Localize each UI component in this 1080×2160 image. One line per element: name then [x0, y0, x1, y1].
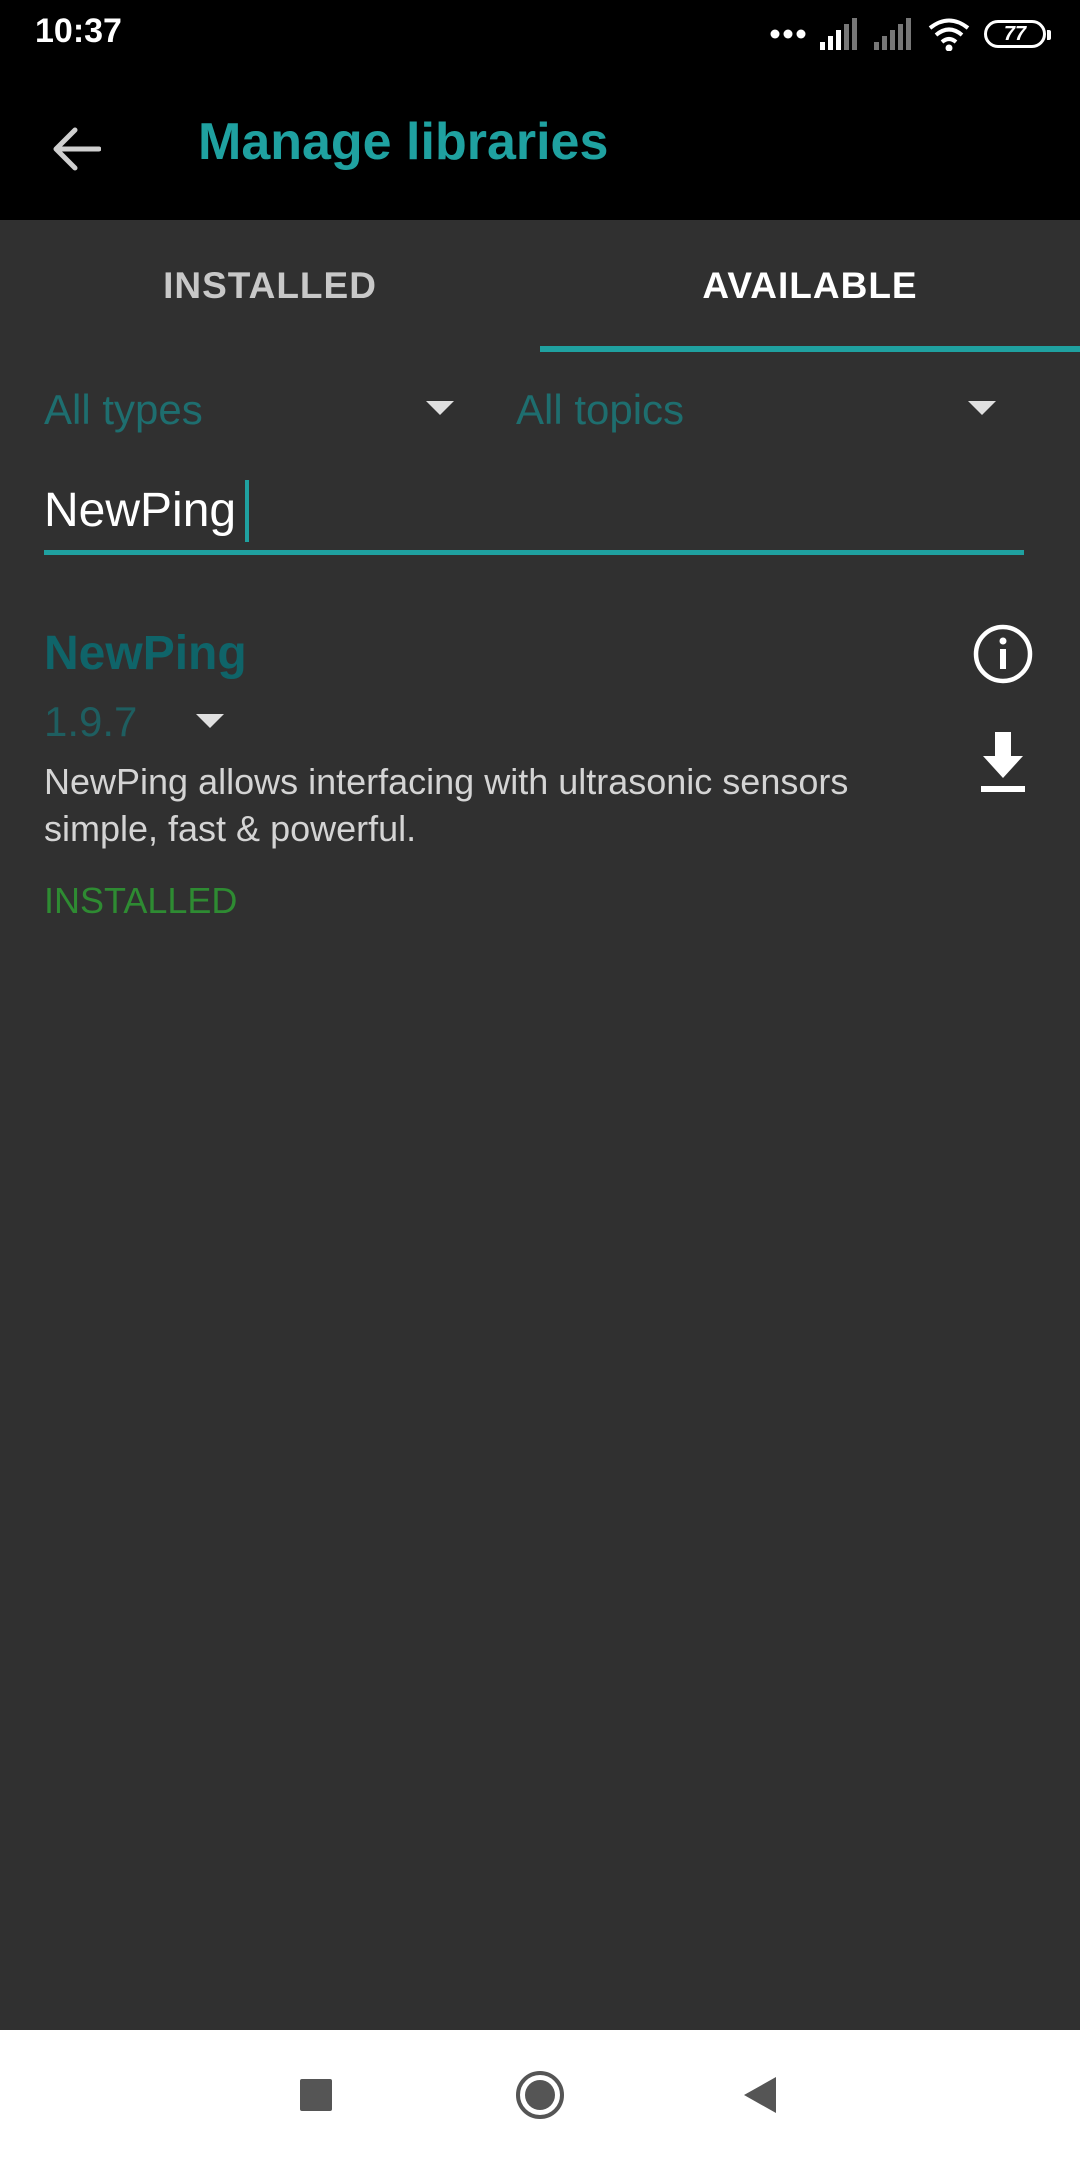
status-time: 10:37	[35, 12, 122, 50]
topic-filter-dropdown[interactable]: All topics	[516, 375, 996, 445]
home-button[interactable]	[510, 2065, 570, 2125]
dropdown-caret-icon	[968, 401, 996, 415]
text-cursor	[245, 480, 249, 542]
tab-available[interactable]: AVAILABLE	[540, 220, 1080, 352]
system-nav-bar	[0, 2030, 1080, 2160]
system-back-button[interactable]	[730, 2065, 790, 2125]
wifi-icon	[928, 18, 970, 51]
library-status: INSTALLED	[44, 880, 238, 921]
battery-icon: 77	[984, 20, 1051, 48]
tab-bar: INSTALLED AVAILABLE	[0, 220, 1080, 352]
tab-indicator	[540, 346, 1080, 352]
topic-filter-value: All topics	[516, 386, 685, 433]
info-icon	[973, 624, 1033, 684]
type-filter-value: All types	[44, 386, 203, 433]
dropdown-caret-icon	[426, 401, 454, 415]
library-name: NewPing	[44, 627, 247, 680]
version-dropdown[interactable]: 1.9.7	[44, 698, 137, 746]
status-bar: 10:37 77	[0, 0, 1080, 70]
app-bar: Manage libraries	[0, 70, 1080, 220]
more-dots-icon	[770, 29, 806, 39]
info-button[interactable]	[972, 623, 1034, 685]
tab-installed[interactable]: INSTALLED	[0, 220, 540, 352]
library-description: NewPing allows interfacing with ultrason…	[44, 761, 849, 849]
recents-button[interactable]	[286, 2065, 346, 2125]
library-version: 1.9.7	[44, 698, 138, 745]
library-card[interactable]: NewPing 1.9.7 NewPing allows interfacing…	[0, 610, 1080, 940]
download-icon	[981, 732, 1025, 792]
dropdown-caret-icon[interactable]	[196, 714, 224, 728]
recents-square-icon	[300, 2079, 332, 2111]
back-triangle-icon	[744, 2077, 776, 2113]
battery-level: 77	[1003, 22, 1027, 45]
home-circle-icon	[516, 2071, 564, 2119]
page-title: Manage libraries	[198, 113, 609, 171]
status-icons: 77	[770, 14, 1051, 54]
download-button[interactable]	[975, 730, 1031, 796]
signal-icon	[874, 18, 911, 50]
search-underline	[44, 550, 1024, 555]
back-button[interactable]	[40, 113, 112, 185]
signal-icon	[820, 18, 857, 50]
search-field	[44, 470, 1024, 555]
type-filter-dropdown[interactable]: All types	[44, 375, 454, 445]
arrow-left-icon	[53, 127, 101, 171]
search-input[interactable]	[44, 470, 1024, 550]
